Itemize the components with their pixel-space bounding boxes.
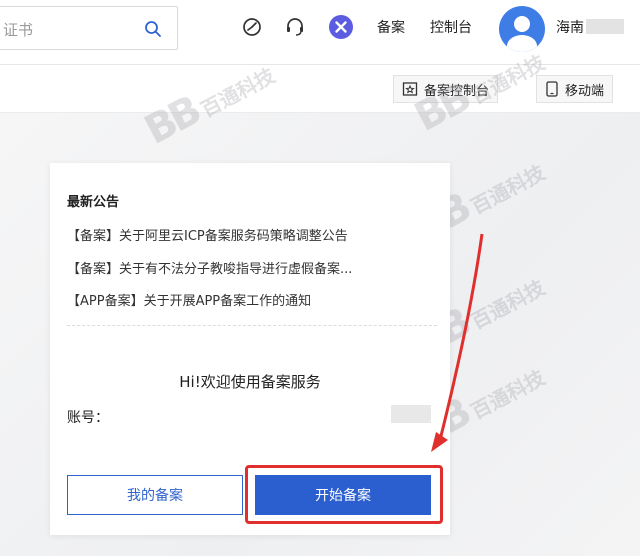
- annotation-highlight-box: [245, 465, 443, 524]
- nav-link-console[interactable]: 控制台: [430, 17, 472, 37]
- dashboard-gauge-icon[interactable]: [241, 16, 263, 38]
- welcome-message: Hi!欢迎使用备案服务: [179, 373, 321, 391]
- notice-item[interactable]: 【备案】关于阿里云ICP备案服务码策略调整公告: [67, 225, 348, 244]
- search-icon[interactable]: [144, 20, 162, 38]
- notice-title: 最新公告: [67, 195, 120, 210]
- dashed-divider: [67, 325, 437, 326]
- search-placeholder: 证书: [3, 21, 34, 39]
- user-name[interactable]: 海南: [556, 17, 584, 37]
- search-input[interactable]: 证书: [0, 6, 178, 50]
- notice-item[interactable]: 【备案】关于有不法分子教唆指导进行虚假备案...: [67, 258, 352, 277]
- nav-link-beian[interactable]: 备案: [377, 17, 405, 37]
- mobile-button[interactable]: 移动端: [536, 75, 614, 103]
- masked-username-blur: [586, 19, 624, 34]
- close-circle-icon[interactable]: [328, 14, 354, 40]
- my-beian-button[interactable]: 我的备案: [67, 475, 243, 515]
- account-label: 账号：: [67, 410, 109, 426]
- customer-service-headset-icon[interactable]: [284, 16, 306, 38]
- mobile-phone-icon: [546, 81, 558, 97]
- mobile-label: 移动端: [565, 83, 605, 99]
- masked-account-blur: [391, 405, 431, 423]
- top-navigation-bar: 证书 备案 控制台 海南: [0, 0, 640, 65]
- notice-item[interactable]: 【APP备案】关于开展APP备案工作的通知: [67, 290, 311, 309]
